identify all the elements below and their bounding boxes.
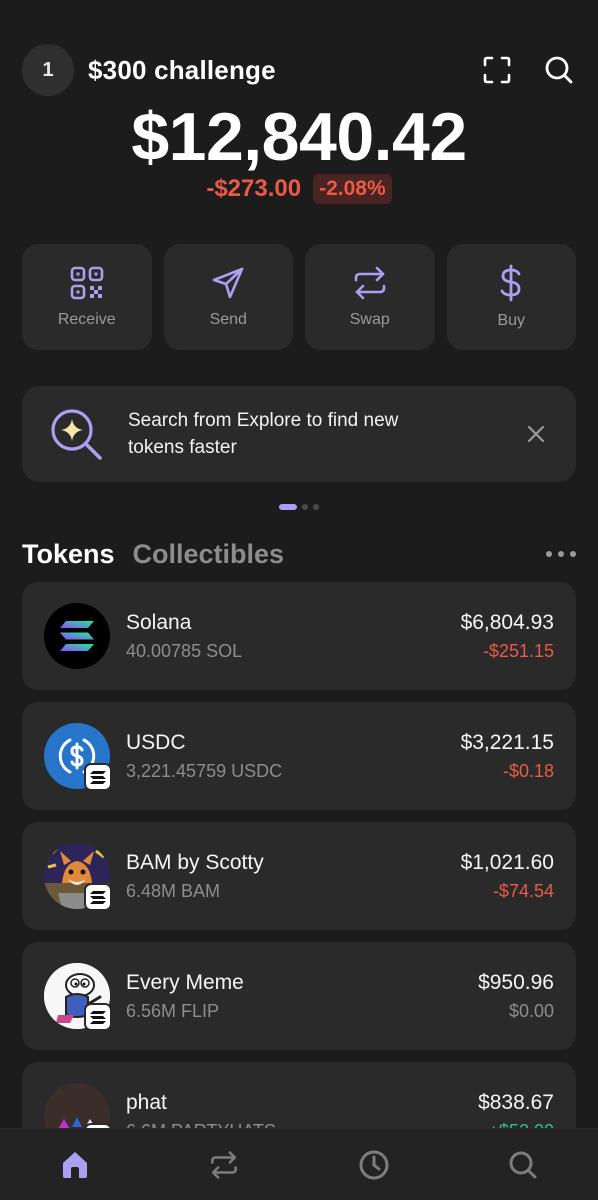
solana-chain-badge-icon (84, 763, 112, 791)
carousel-pager (0, 504, 598, 510)
send-label: Send (209, 311, 247, 328)
token-change: $0.00 (508, 1000, 554, 1021)
buy-label: Buy (497, 312, 526, 329)
token-info: BAM by Scotty 6.48M BAM (126, 851, 264, 902)
token-name: Solana (126, 610, 192, 634)
token-row-every-meme[interactable]: Every Meme 6.56M FLIP $950.96 $0.00 (22, 942, 576, 1050)
qr-code-icon (70, 266, 104, 300)
buy-button[interactable]: Buy (446, 244, 576, 350)
pager-dot[interactable] (313, 504, 319, 510)
token-value: $3,221.15 (460, 730, 554, 754)
pager-dot-active[interactable] (279, 504, 297, 510)
token-name: USDC (126, 730, 186, 754)
nav-swap[interactable] (202, 1147, 246, 1183)
home-icon (62, 1152, 87, 1178)
usdc-logo-icon (44, 723, 112, 791)
token-value: $950.96 (478, 970, 554, 994)
bam-logo-icon (44, 843, 112, 911)
swap-arrows-icon (211, 1151, 238, 1179)
more-options-icon[interactable] (546, 544, 576, 564)
header: 1 $300 challenge (22, 44, 576, 96)
every-meme-logo-icon (44, 963, 112, 1031)
token-value: $838.67 (478, 1090, 554, 1114)
token-info: Every Meme 6.56M FLIP (126, 971, 244, 1022)
nav-home[interactable] (53, 1147, 97, 1183)
explore-banner[interactable]: Search from Explore to find new tokens f… (22, 386, 576, 482)
token-amount: 3,221.45759 USDC (126, 760, 283, 781)
token-name: phat (126, 1090, 167, 1114)
search-icon (509, 1151, 537, 1179)
token-amount: 6.48M BAM (126, 880, 221, 901)
solana-chain-badge-icon (84, 1003, 112, 1031)
token-amount: 6.56M FLIP (126, 1000, 220, 1021)
tab-tokens[interactable]: Tokens (22, 539, 115, 570)
token-name: Every Meme (126, 970, 244, 994)
pager-dot[interactable] (302, 504, 308, 510)
token-change: -$251.15 (482, 640, 554, 661)
balance-change: -$273.00 -2.08% (0, 174, 598, 204)
token-values: $6,804.93 -$251.15 (461, 611, 554, 662)
header-actions (480, 53, 576, 87)
search-icon[interactable] (542, 53, 576, 87)
scan-icon[interactable] (480, 53, 514, 87)
swap-label: Swap (349, 311, 390, 328)
swap-icon (354, 266, 386, 300)
token-info: USDC 3,221.45759 USDC (126, 731, 282, 782)
account-name[interactable]: $300 challenge (88, 55, 276, 86)
banner-text: Search from Explore to find new tokens f… (128, 410, 399, 458)
send-icon (212, 267, 244, 299)
change-percent-badge: -2.08% (313, 174, 392, 204)
token-list: Solana 40.00785 SOL $6,804.93 -$251.15 U… (22, 582, 576, 1182)
token-change: -$74.54 (492, 880, 554, 901)
asset-tabs: Tokens Collectibles (22, 534, 576, 574)
swap-button[interactable]: Swap (305, 244, 435, 350)
close-icon[interactable] (522, 420, 550, 448)
account-number: 1 (42, 58, 54, 81)
dollar-icon (500, 264, 521, 302)
solana-chain-badge-icon (84, 883, 112, 911)
token-row-usdc[interactable]: USDC 3,221.45759 USDC $3,221.15 -$0.18 (22, 702, 576, 810)
tab-collectibles[interactable]: Collectibles (133, 539, 285, 570)
token-values: $1,021.60 -$74.54 (461, 851, 554, 902)
token-info: Solana 40.00785 SOL (126, 611, 242, 662)
total-balance: $12,840.42 (131, 99, 467, 175)
nav-activity[interactable] (352, 1147, 396, 1183)
token-name: BAM by Scotty (126, 850, 264, 874)
receive-button[interactable]: Receive (22, 244, 152, 350)
bottom-nav (0, 1128, 598, 1200)
token-row-bam[interactable]: BAM by Scotty 6.48M BAM $1,021.60 -$74.5… (22, 822, 576, 930)
token-change: -$0.18 (502, 760, 554, 781)
solana-logo-icon (44, 603, 110, 669)
token-value: $1,021.60 (460, 850, 554, 874)
send-button[interactable]: Send (163, 244, 293, 350)
token-values: $3,221.15 -$0.18 (461, 731, 554, 782)
nav-search[interactable] (501, 1147, 545, 1183)
action-buttons: Receive Send Swap Buy (22, 244, 576, 350)
token-value: $6,804.93 (460, 610, 554, 634)
token-row-solana[interactable]: Solana 40.00785 SOL $6,804.93 -$251.15 (22, 582, 576, 690)
token-amount: 40.00785 SOL (126, 640, 243, 661)
wallet-screen: 1 $300 challenge $12,840.42 -$273.00 -2.… (0, 0, 598, 1200)
explore-search-icon (51, 409, 102, 460)
receive-label: Receive (57, 311, 116, 328)
token-values: $950.96 $0.00 (478, 971, 554, 1022)
account-badge[interactable]: 1 (22, 44, 74, 96)
change-amount: -$273.00 (206, 175, 302, 202)
clock-icon (359, 1150, 389, 1180)
